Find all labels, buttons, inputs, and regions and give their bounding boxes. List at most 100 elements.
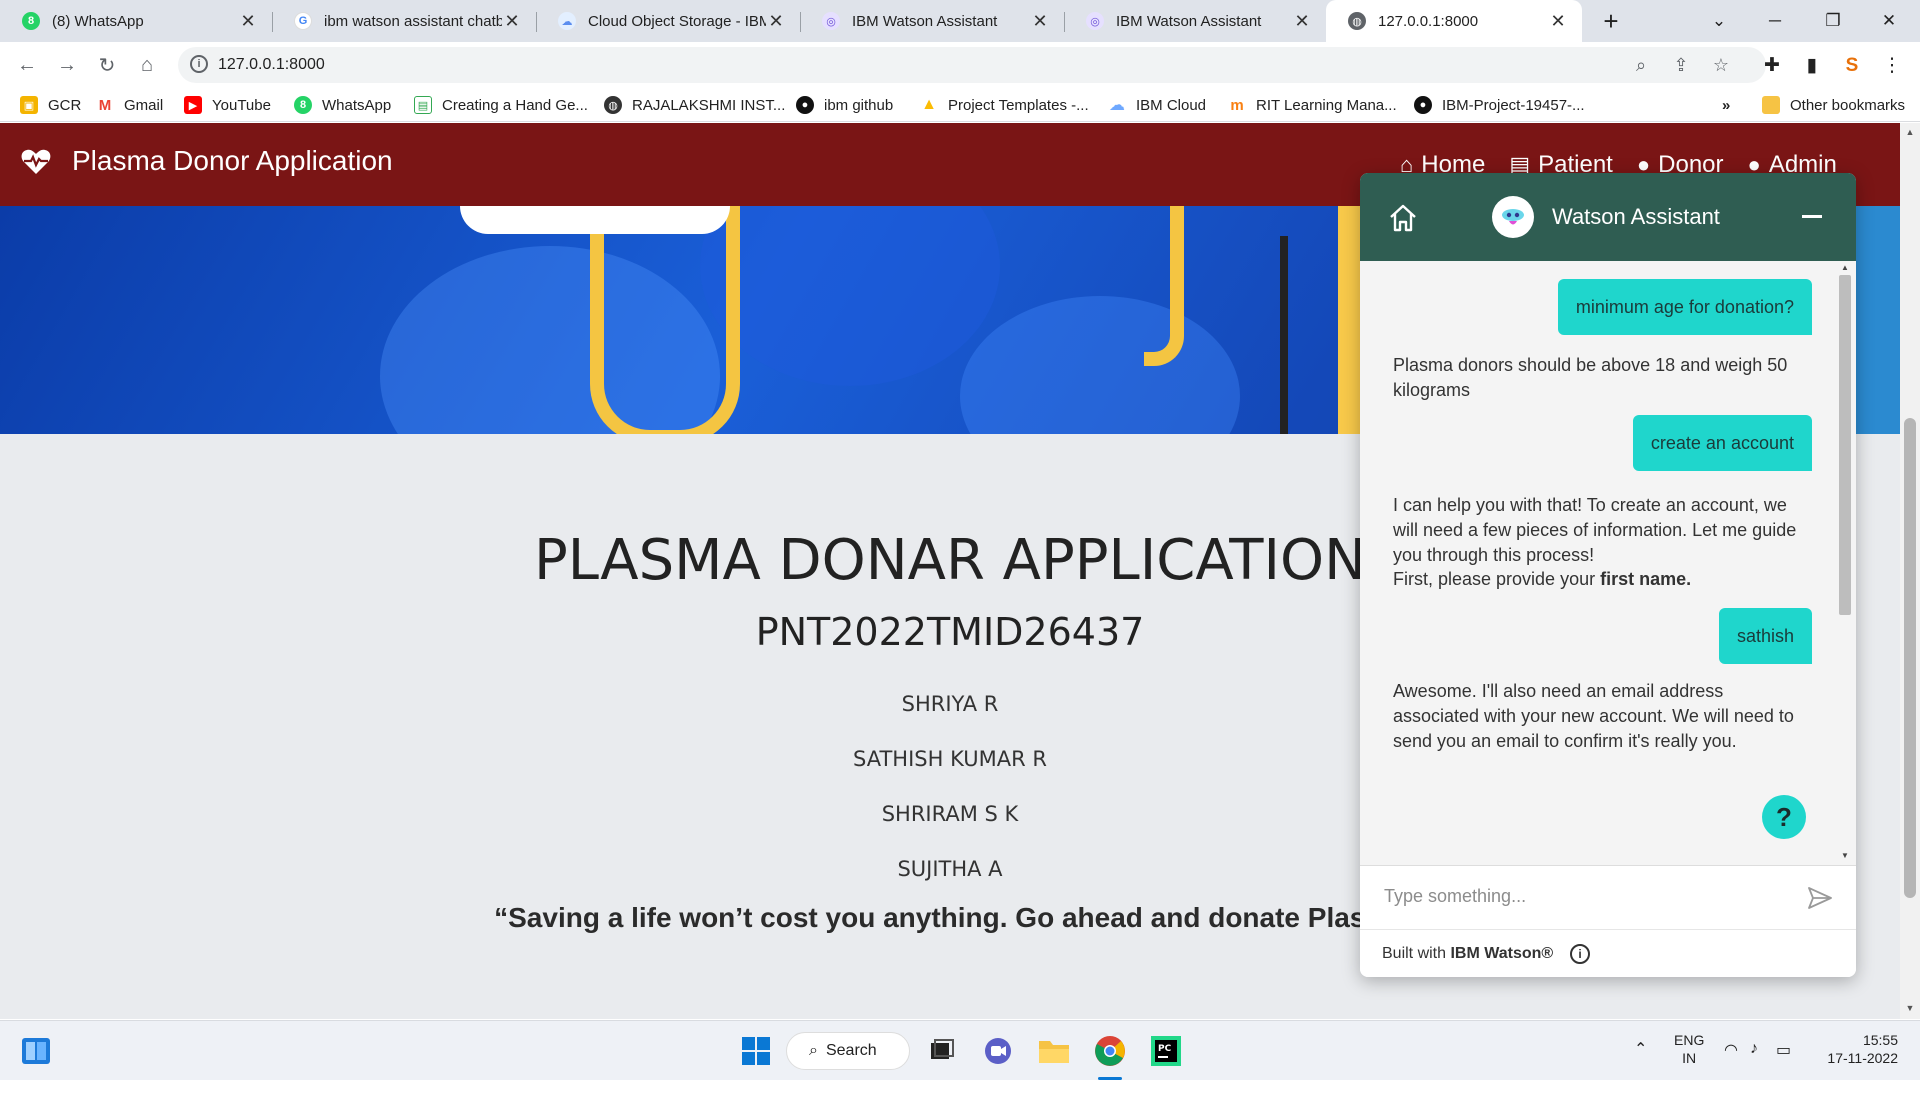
- cloud-icon: ☁: [1108, 96, 1126, 114]
- globe-icon: ◍: [1348, 12, 1366, 30]
- profile-icon[interactable]: S: [1840, 54, 1864, 78]
- widgets-icon[interactable]: [16, 1031, 56, 1071]
- forward-icon[interactable]: →: [52, 50, 82, 80]
- teams-chat-icon[interactable]: [978, 1031, 1018, 1071]
- github-icon: ●: [796, 96, 814, 114]
- new-tab-button[interactable]: +: [1596, 6, 1626, 36]
- page-scrollbar-thumb[interactable]: [1904, 418, 1916, 898]
- scroll-down-icon[interactable]: ▼: [1900, 1003, 1920, 1013]
- language-indicator[interactable]: ENG IN: [1674, 1031, 1704, 1091]
- iv-bag-graphic: [460, 206, 730, 234]
- extensions-icon[interactable]: ✚: [1760, 54, 1784, 78]
- bookmarks-bar: ▣ GCR M Gmail ▶ YouTube 8 WhatsApp ▤ Creating…: [0, 88, 1920, 122]
- tray-overflow-icon[interactable]: ⌃: [1634, 1039, 1647, 1099]
- side-panel-icon[interactable]: ▮: [1800, 54, 1824, 78]
- taskbar: ⌕ Search PC ⌃ ENG IN ◠ ♪ ▭ 15:55 17-11-2…: [0, 1020, 1920, 1080]
- minimize-button[interactable]: ─: [1750, 0, 1800, 42]
- user-message: create an account: [1632, 415, 1812, 471]
- search-icon: ⌕: [809, 1042, 818, 1059]
- close-tab-icon[interactable]: ✕: [1030, 11, 1050, 32]
- drive-icon: ▲: [920, 96, 938, 114]
- home-icon[interactable]: ⌂: [132, 50, 162, 80]
- bookmark-star-icon[interactable]: ☆: [1710, 54, 1732, 76]
- bookmark-whatsapp[interactable]: 8 WhatsApp: [294, 94, 391, 116]
- bookmarks-overflow[interactable]: »: [1722, 94, 1730, 116]
- chat-transcript: minimum age for donation? Plasma donors …: [1360, 261, 1856, 865]
- bookmark-ibm-project[interactable]: ● IBM-Project-19457-...: [1414, 94, 1585, 116]
- restore-button[interactable]: ❐: [1808, 0, 1858, 42]
- tab-watson-assistant-2[interactable]: ◎ IBM Watson Assistant ✕: [1064, 0, 1326, 42]
- bookmark-youtube[interactable]: ▶ YouTube: [184, 94, 271, 116]
- tab-search-chevron-icon[interactable]: ⌄: [1694, 0, 1744, 42]
- watson-icon: ◎: [822, 12, 840, 30]
- close-tab-icon[interactable]: ✕: [766, 11, 786, 32]
- chrome-icon[interactable]: [1090, 1031, 1130, 1071]
- url-text[interactable]: 127.0.0.1:8000: [218, 56, 325, 74]
- chat-scrollbar-thumb[interactable]: [1839, 275, 1851, 615]
- address-bar[interactable]: i 127.0.0.1:8000 ⌕ ⇪ ☆: [178, 47, 1766, 83]
- taskbar-search[interactable]: ⌕ Search: [786, 1032, 910, 1070]
- gmail-icon: M: [96, 96, 114, 114]
- wifi-icon[interactable]: ◠: [1724, 1040, 1738, 1100]
- bookmark-rit-learning[interactable]: m RIT Learning Mana...: [1228, 94, 1397, 116]
- close-tab-icon[interactable]: ✕: [1548, 11, 1568, 32]
- back-icon[interactable]: ←: [12, 50, 42, 80]
- task-view-icon[interactable]: [922, 1031, 962, 1071]
- chat-input-placeholder[interactable]: Type something...: [1384, 886, 1526, 907]
- bookmark-hand-gesture[interactable]: ▤ Creating a Hand Ge...: [414, 94, 588, 116]
- browser-toolbar: ← → ↻ ⌂ i 127.0.0.1:8000 ⌕ ⇪ ☆ ✚ ▮ S ⋮: [0, 42, 1920, 88]
- start-icon[interactable]: [736, 1031, 776, 1071]
- site-info-icon[interactable]: i: [190, 55, 208, 73]
- close-tab-icon[interactable]: ✕: [502, 11, 522, 32]
- bookmark-ibm-github[interactable]: ● ibm github: [796, 94, 893, 116]
- close-tab-icon[interactable]: ✕: [238, 11, 258, 32]
- send-icon[interactable]: [1806, 884, 1834, 912]
- bookmark-gcr[interactable]: ▣ GCR: [20, 94, 81, 116]
- share-icon[interactable]: ⇪: [1670, 54, 1692, 76]
- svg-text:PC: PC: [1158, 1044, 1172, 1054]
- bot-message: First, please provide your first name.: [1393, 569, 1692, 589]
- globe-icon: ◍: [604, 96, 622, 114]
- info-icon[interactable]: i: [1570, 944, 1590, 964]
- tab-cloud-object-storage[interactable]: ☁ Cloud Object Storage - IBM ✕: [536, 0, 800, 42]
- scroll-down-icon[interactable]: ▼: [1836, 851, 1854, 860]
- user-message: minimum age for donation?: [1557, 279, 1812, 335]
- bookmark-ibm-cloud[interactable]: ☁ IBM Cloud: [1108, 94, 1206, 116]
- banner-decoration: [700, 206, 1000, 386]
- tab-whatsapp[interactable]: 8 (8) WhatsApp ✕: [0, 0, 272, 42]
- tab-strip: 8 (8) WhatsApp ✕ G ibm watson assistant …: [0, 0, 1920, 42]
- user-message: sathish: [1718, 608, 1812, 664]
- chat-scrollbar[interactable]: ▲ ▼: [1836, 263, 1854, 863]
- menu-icon[interactable]: ⋮: [1880, 54, 1904, 78]
- close-window-button[interactable]: ✕: [1864, 0, 1914, 42]
- zoom-icon[interactable]: ⌕: [1630, 54, 1652, 76]
- clock[interactable]: 15:55 17-11-2022: [1818, 1031, 1898, 1091]
- minimize-chat-button[interactable]: [1802, 215, 1822, 218]
- iv-tube-graphic: [1144, 206, 1184, 366]
- banner-decoration: [960, 296, 1240, 434]
- home-icon[interactable]: [1388, 203, 1418, 233]
- github-icon: ●: [1414, 96, 1432, 114]
- tab-localhost[interactable]: ◍ 127.0.0.1:8000 ✕: [1326, 0, 1582, 42]
- reload-icon[interactable]: ↻: [92, 50, 122, 80]
- close-tab-icon[interactable]: ✕: [1292, 11, 1312, 32]
- bookmark-rajalakshmi[interactable]: ◍ RAJALAKSHMI INST...: [604, 94, 785, 116]
- page-scrollbar[interactable]: ▲ ▼: [1900, 123, 1920, 1019]
- help-button[interactable]: ?: [1762, 795, 1806, 839]
- scroll-up-icon[interactable]: ▲: [1836, 263, 1854, 272]
- pycharm-icon[interactable]: PC: [1146, 1031, 1186, 1071]
- cloud-icon: ☁: [558, 12, 576, 30]
- other-bookmarks[interactable]: Other bookmarks: [1762, 94, 1905, 116]
- battery-icon[interactable]: ▭: [1776, 1040, 1791, 1100]
- tab-watson-assistant-1[interactable]: ◎ IBM Watson Assistant ✕: [800, 0, 1064, 42]
- chat-input[interactable]: Type something...: [1360, 865, 1856, 929]
- tab-google-search[interactable]: G ibm watson assistant chatb ✕: [272, 0, 536, 42]
- bookmark-project-templates[interactable]: ▲ Project Templates -...: [920, 94, 1089, 116]
- volume-icon[interactable]: ♪: [1750, 1040, 1758, 1100]
- file-explorer-icon[interactable]: [1034, 1031, 1074, 1071]
- youtube-icon: ▶: [184, 96, 202, 114]
- scroll-up-icon[interactable]: ▲: [1900, 127, 1920, 137]
- site-brand[interactable]: Plasma Donor Application: [20, 145, 393, 177]
- bookmark-gmail[interactable]: M Gmail: [96, 94, 163, 116]
- bot-message: I can help you with that! To create an a…: [1393, 495, 1797, 565]
